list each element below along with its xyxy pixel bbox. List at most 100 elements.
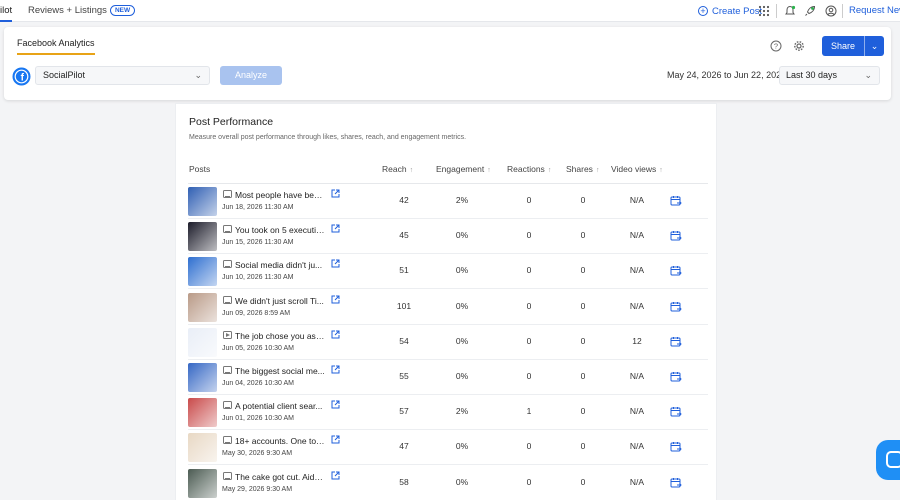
share-button[interactable]: Share ⌄ <box>822 36 884 56</box>
svg-text:?: ? <box>774 42 778 51</box>
external-link-icon[interactable] <box>331 435 340 444</box>
post-title[interactable]: We didn't just scroll Ti... <box>235 296 325 306</box>
chevron-down-icon: ⌄ <box>864 70 872 80</box>
table-row[interactable]: You took on 5 executiv... Jun 15, 2026 11… <box>188 219 708 255</box>
reactions-value: 0 <box>526 476 532 487</box>
post-thumbnail[interactable] <box>188 433 217 463</box>
table-row[interactable]: The biggest social me... Jun 04, 2026 10:… <box>188 360 708 395</box>
reschedule-calendar-icon[interactable] <box>670 336 682 348</box>
chevron-down-icon[interactable]: ⌄ <box>865 41 884 52</box>
post-title[interactable]: 18+ accounts. One too... <box>235 436 325 446</box>
account-select[interactable]: SocialPilot ⌄ <box>35 66 210 85</box>
reschedule-calendar-icon[interactable] <box>670 195 682 207</box>
post-thumbnail[interactable] <box>188 327 217 357</box>
reactions-value: 0 <box>526 371 532 381</box>
engagement-value: 2% <box>455 406 469 417</box>
image-post-icon <box>223 401 232 410</box>
section-subtitle: Measure overall post performance through… <box>189 134 467 141</box>
reach-value: 55 <box>399 371 409 381</box>
post-thumbnail[interactable] <box>188 363 217 392</box>
external-link-icon[interactable] <box>331 330 340 339</box>
nav-tab-socialpilot[interactable]: ilot <box>0 0 13 22</box>
notification-bell-icon[interactable] <box>784 5 796 17</box>
external-link-icon[interactable] <box>331 295 340 304</box>
tab-facebook-analytics[interactable]: Facebook Analytics <box>17 38 95 55</box>
reschedule-calendar-icon[interactable] <box>670 371 682 383</box>
post-thumbnail[interactable] <box>188 257 217 287</box>
post-thumbnail[interactable] <box>188 292 217 322</box>
post-thumbnail[interactable] <box>188 398 217 428</box>
post-title[interactable]: A potential client sear... <box>235 401 325 411</box>
settings-gear-icon[interactable] <box>793 40 805 52</box>
reactions-value: 0 <box>526 230 532 241</box>
sort-arrow-icon: ↑ <box>659 167 663 174</box>
chat-support-button[interactable] <box>876 440 900 480</box>
post-date: Jun 18, 2026 11:30 AM <box>222 204 294 211</box>
post-thumbnail[interactable] <box>188 187 217 216</box>
engagement-value: 2% <box>455 195 469 205</box>
column-header-shares[interactable]: Shares ↑ <box>566 164 599 174</box>
reschedule-calendar-icon[interactable] <box>670 230 682 242</box>
analyze-button[interactable]: Analyze <box>220 66 282 85</box>
reschedule-calendar-icon[interactable] <box>670 265 682 277</box>
table-row[interactable]: We didn't just scroll Ti... Jun 09, 2026 … <box>188 290 708 325</box>
reach-value: 57 <box>399 406 409 417</box>
post-title[interactable]: The job chose you as ... <box>235 331 325 341</box>
video-views-value: N/A <box>629 195 645 205</box>
engagement-value: 0% <box>455 265 469 276</box>
engagement-value: 0% <box>455 300 469 311</box>
post-title[interactable]: Most people have bee... <box>235 190 325 200</box>
external-link-icon[interactable] <box>331 259 340 268</box>
reschedule-calendar-icon[interactable] <box>670 477 682 489</box>
post-title[interactable]: You took on 5 executiv... <box>235 225 325 235</box>
help-icon[interactable]: ? <box>770 40 782 52</box>
reach-value: 42 <box>399 195 409 205</box>
column-header-posts: Posts <box>189 164 211 174</box>
post-title[interactable]: The biggest social me... <box>235 366 325 376</box>
table-row[interactable]: The cake got cut. Aida ... May 29, 2026 9… <box>188 466 708 500</box>
date-range-select[interactable]: Last 30 days ⌄ <box>779 66 880 85</box>
request-new-link[interactable]: Request New I <box>849 0 900 22</box>
top-navigation: ilot Reviews + Listings NEW + Create Post … <box>0 0 900 22</box>
video-views-value: N/A <box>629 441 645 452</box>
reschedule-calendar-icon[interactable] <box>670 301 682 313</box>
table-row[interactable]: Most people have bee... Jun 18, 2026 11:3… <box>188 184 708 219</box>
post-title[interactable]: Social media didn't ju... <box>235 260 325 270</box>
plus-circle-icon: + <box>698 6 708 16</box>
table-row[interactable]: Social media didn't ju... Jun 10, 2026 11… <box>188 254 708 290</box>
facebook-logo-icon: f <box>12 67 31 86</box>
reschedule-calendar-icon[interactable] <box>670 441 682 453</box>
post-thumbnail[interactable] <box>188 222 217 252</box>
reach-value: 58 <box>399 476 409 487</box>
table-row[interactable]: The job chose you as ... Jun 05, 2026 10:… <box>188 325 708 360</box>
post-date: May 30, 2026 9:30 AM <box>222 450 293 458</box>
image-post-icon <box>223 190 232 198</box>
external-link-icon[interactable] <box>331 400 340 409</box>
account-avatar-icon[interactable] <box>825 5 837 17</box>
external-link-icon[interactable] <box>331 224 340 233</box>
column-header-video-views[interactable]: Video views ↑ <box>611 164 663 174</box>
video-views-value: N/A <box>629 476 645 487</box>
post-title[interactable]: The cake got cut. Aida ... <box>235 472 325 482</box>
reschedule-calendar-icon[interactable] <box>670 406 682 418</box>
video-post-icon <box>223 330 232 339</box>
column-header-reactions[interactable]: Reactions ↑ <box>507 164 551 174</box>
create-post-button[interactable]: + Create Post <box>698 0 762 22</box>
column-header-reach[interactable]: Reach ↑ <box>382 164 413 174</box>
divider <box>776 4 777 18</box>
external-link-icon[interactable] <box>331 365 340 374</box>
external-link-icon[interactable] <box>331 471 340 480</box>
apps-grid-icon[interactable] <box>758 5 770 17</box>
video-views-value: N/A <box>629 371 645 381</box>
shares-value: 0 <box>580 441 586 452</box>
shares-value: 0 <box>580 195 586 205</box>
post-thumbnail[interactable] <box>188 468 217 498</box>
external-link-icon[interactable] <box>331 189 340 198</box>
table-row[interactable]: 18+ accounts. One too... May 30, 2026 9:3… <box>188 430 708 466</box>
account-select-value: SocialPilot <box>43 70 86 80</box>
shares-value: 0 <box>580 230 586 241</box>
nav-tab-reviews-listings[interactable]: Reviews + Listings NEW <box>28 0 136 22</box>
column-header-engagement[interactable]: Engagement ↑ <box>436 164 491 174</box>
rocket-icon[interactable] <box>804 5 816 17</box>
table-row[interactable]: A potential client sear... Jun 01, 2026 1… <box>188 395 708 431</box>
